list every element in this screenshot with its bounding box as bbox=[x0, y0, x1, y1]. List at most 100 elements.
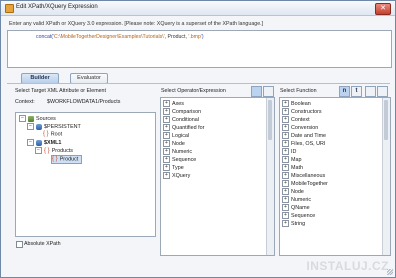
function-item[interactable]: + Boolean bbox=[282, 100, 311, 107]
instruction-text: Enter any valid XPath or XQuery 3.0 expr… bbox=[9, 21, 264, 27]
context-label: Context: bbox=[15, 99, 35, 105]
function-item[interactable]: + Sequence bbox=[282, 212, 315, 219]
function-item[interactable]: + Node bbox=[282, 188, 304, 195]
expand-icon[interactable]: + bbox=[163, 108, 170, 115]
expand-icon[interactable]: + bbox=[282, 116, 289, 123]
expand-icon[interactable]: + bbox=[163, 156, 170, 163]
operator-item-label: Quantified for bbox=[172, 124, 205, 131]
expand-icon[interactable]: + bbox=[163, 140, 170, 147]
expand-icon[interactable]: + bbox=[163, 132, 170, 139]
absolute-xpath-checkbox[interactable] bbox=[16, 241, 23, 248]
dialog-window: Edit XPath/XQuery Expression ✕ Enter any… bbox=[0, 0, 396, 278]
operator-item-label: Sequence bbox=[172, 156, 197, 163]
vertical-scrollbar[interactable] bbox=[382, 98, 390, 255]
function-item[interactable]: + Math bbox=[282, 164, 303, 171]
operator-item[interactable]: + Comparison bbox=[163, 108, 201, 115]
expand-icon[interactable]: + bbox=[282, 164, 289, 171]
function-item-label: MobileTogether bbox=[291, 180, 328, 187]
expand-icon[interactable]: + bbox=[163, 124, 170, 131]
tree-label: Product bbox=[59, 156, 79, 163]
expand-icon[interactable]: + bbox=[163, 148, 170, 155]
expr-arg-node: Product bbox=[167, 34, 186, 40]
vertical-scrollbar[interactable] bbox=[266, 98, 274, 255]
expand-icon[interactable]: + bbox=[282, 172, 289, 179]
function-item[interactable]: + Files, OS, URI bbox=[282, 140, 325, 147]
tree-item-product[interactable]: { } Product bbox=[51, 155, 83, 164]
target-tree-panel[interactable]: − Sources − $PERSISTENT { } Root − $XML1 −{ … bbox=[15, 112, 156, 237]
element-icon: { } bbox=[52, 156, 58, 162]
expression-editor[interactable]: concat('C:\MobileTogetherDesigner\Exampl… bbox=[7, 30, 392, 68]
function-item-label: Sequence bbox=[291, 212, 316, 219]
expand-icon[interactable]: + bbox=[282, 148, 289, 155]
collapse-icon[interactable]: − bbox=[27, 123, 34, 130]
expand-icon[interactable]: + bbox=[282, 196, 289, 203]
operator-item-label: Numeric bbox=[172, 148, 193, 155]
operator-item[interactable]: + XQuery bbox=[163, 172, 190, 179]
resize-grip[interactable] bbox=[387, 269, 393, 275]
expand-icon[interactable]: + bbox=[282, 220, 289, 227]
function-item[interactable]: + Date and Time bbox=[282, 132, 326, 139]
function-item[interactable]: + Constructors bbox=[282, 108, 322, 115]
app-icon bbox=[5, 4, 14, 13]
expand-icon[interactable]: + bbox=[282, 108, 289, 115]
function-item[interactable]: + Numeric bbox=[282, 196, 311, 203]
function-list-button[interactable] bbox=[377, 86, 388, 97]
tree-item-persistent[interactable]: − $PERSISTENT bbox=[27, 123, 81, 130]
collapse-icon[interactable]: − bbox=[35, 147, 42, 154]
operator-item[interactable]: + Axes bbox=[163, 100, 184, 107]
absolute-xpath-label: Absolute XPath bbox=[24, 241, 61, 247]
function-item[interactable]: + Context bbox=[282, 116, 310, 123]
operator-item[interactable]: + Sequence bbox=[163, 156, 196, 163]
expression-text[interactable]: concat('C:\MobileTogetherDesigner\Exampl… bbox=[36, 34, 204, 40]
scroll-thumb[interactable] bbox=[268, 100, 272, 140]
element-icon: { } bbox=[44, 147, 50, 154]
tree-label: Sources bbox=[36, 115, 56, 122]
expand-icon[interactable]: + bbox=[282, 204, 289, 211]
operator-view-button[interactable] bbox=[251, 86, 262, 97]
function-item[interactable]: + Conversion bbox=[282, 124, 318, 131]
operator-item[interactable]: + Node bbox=[163, 140, 185, 147]
expand-icon[interactable]: + bbox=[163, 164, 170, 171]
expr-close-paren: ) bbox=[201, 34, 204, 40]
operator-list[interactable]: + Axes + Comparison + Conditional + Quantified … bbox=[160, 97, 275, 256]
function-list[interactable]: + Boolean + Constructors + Context + Conversion… bbox=[279, 97, 391, 256]
expand-icon[interactable]: + bbox=[163, 172, 170, 179]
expand-icon[interactable]: + bbox=[282, 124, 289, 131]
expand-icon[interactable]: + bbox=[282, 132, 289, 139]
expand-icon[interactable]: + bbox=[282, 188, 289, 195]
tree-item-xml1[interactable]: − $XML1 bbox=[27, 139, 61, 146]
operator-item[interactable]: + Numeric bbox=[163, 148, 192, 155]
expand-icon[interactable]: + bbox=[163, 116, 170, 123]
function-view-button[interactable] bbox=[365, 86, 376, 97]
operator-item-label: Conditional bbox=[172, 116, 199, 123]
operator-item[interactable]: + Type bbox=[163, 164, 184, 171]
operator-item[interactable]: + Logical bbox=[163, 132, 189, 139]
tree-item-root[interactable]: { } Root bbox=[43, 131, 62, 138]
function-item[interactable]: + String bbox=[282, 220, 305, 227]
title-bar[interactable]: Edit XPath/XQuery Expression ✕ bbox=[1, 1, 395, 16]
close-button[interactable]: ✕ bbox=[375, 3, 391, 15]
collapse-icon[interactable]: − bbox=[19, 115, 26, 122]
function-item[interactable]: + ID bbox=[282, 148, 296, 155]
scroll-thumb[interactable] bbox=[384, 100, 388, 140]
show-types-button[interactable]: t bbox=[351, 86, 362, 97]
function-item[interactable]: + QName bbox=[282, 204, 310, 211]
expand-icon[interactable]: + bbox=[282, 100, 289, 107]
tree-item-products[interactable]: −{ } Products bbox=[35, 147, 73, 154]
database-icon bbox=[36, 139, 42, 146]
tree-label: Products bbox=[51, 147, 73, 154]
expand-icon[interactable]: + bbox=[282, 212, 289, 219]
expand-icon[interactable]: + bbox=[282, 180, 289, 187]
function-item[interactable]: + MobileTogether bbox=[282, 180, 328, 187]
operator-item[interactable]: + Conditional bbox=[163, 116, 199, 123]
operator-list-button[interactable] bbox=[263, 86, 274, 97]
expand-icon[interactable]: + bbox=[282, 156, 289, 163]
function-item[interactable]: + Map bbox=[282, 156, 302, 163]
tree-item-sources[interactable]: − Sources bbox=[19, 115, 56, 122]
expand-icon[interactable]: + bbox=[282, 140, 289, 147]
collapse-icon[interactable]: − bbox=[27, 139, 34, 146]
expand-icon[interactable]: + bbox=[163, 100, 170, 107]
show-names-button[interactable]: n bbox=[339, 86, 350, 97]
operator-item[interactable]: + Quantified for bbox=[163, 124, 204, 131]
function-item[interactable]: + Miscellaneous bbox=[282, 172, 325, 179]
